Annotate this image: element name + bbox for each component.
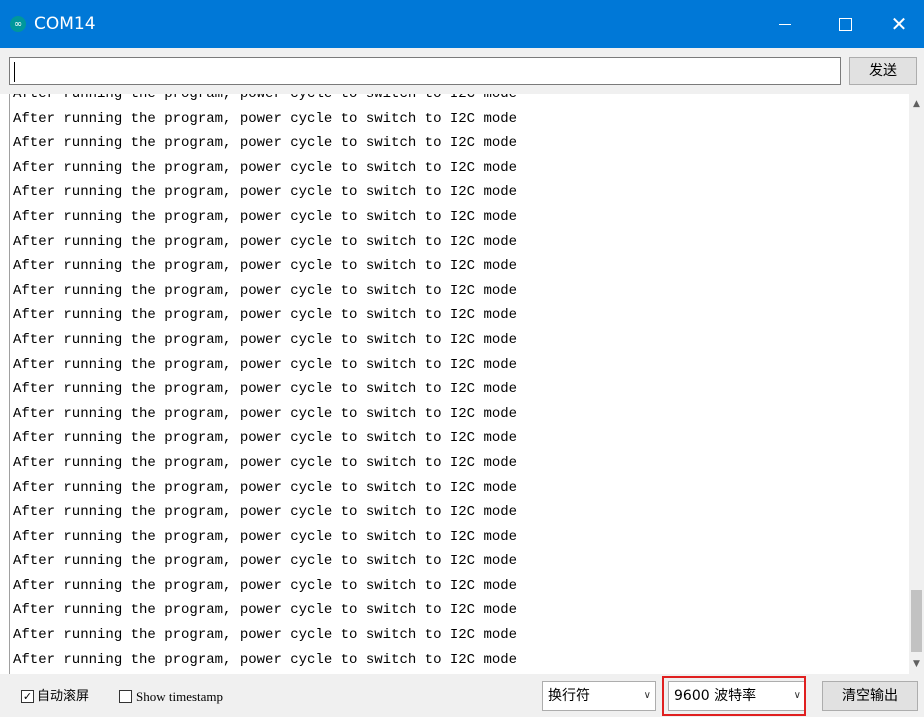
- scrollbar-thumb[interactable]: [911, 590, 922, 652]
- output-line: After running the program, power cycle t…: [13, 356, 518, 373]
- scroll-up-arrow-icon[interactable]: ▲: [909, 96, 924, 112]
- close-icon: ✕: [890, 12, 908, 36]
- vertical-scrollbar[interactable]: ▲ ▼: [909, 94, 924, 674]
- serial-send-input[interactable]: [9, 57, 841, 85]
- baud-rate-highlight-box: [662, 676, 806, 716]
- output-line: After running the program, power cycle t…: [13, 110, 518, 127]
- chevron-down-icon: ∨: [643, 690, 651, 701]
- title-bar: ∞ COM14 ✕: [0, 0, 924, 48]
- output-line: After running the program, power cycle t…: [13, 479, 518, 496]
- output-line: After running the program, power cycle t…: [13, 602, 518, 619]
- line-ending-value: 换行符: [548, 688, 590, 704]
- output-line: After running the program, power cycle t…: [13, 94, 518, 102]
- timestamp-checkbox[interactable]: [119, 690, 132, 703]
- scroll-down-arrow-icon[interactable]: ▼: [909, 656, 924, 672]
- autoscroll-checkbox[interactable]: ✓: [21, 690, 34, 703]
- autoscroll-label[interactable]: 自动滚屏: [37, 687, 89, 706]
- output-line: After running the program, power cycle t…: [13, 627, 518, 644]
- send-button[interactable]: 发送: [849, 57, 917, 85]
- send-row: 发送: [0, 48, 924, 94]
- bottom-bar: ✓ 自动滚屏 Show timestamp 换行符 ∨ 9600 波特率 ∨ 清…: [0, 674, 924, 717]
- output-line: After running the program, power cycle t…: [13, 430, 518, 447]
- output-line: After running the program, power cycle t…: [13, 528, 518, 545]
- output-line: After running the program, power cycle t…: [13, 331, 518, 348]
- arduino-logo-icon: ∞: [10, 16, 26, 32]
- output-line: After running the program, power cycle t…: [13, 184, 518, 201]
- minimize-button[interactable]: [762, 0, 808, 48]
- maximize-button[interactable]: [822, 0, 868, 48]
- timestamp-label[interactable]: Show timestamp: [136, 687, 223, 706]
- clear-output-button[interactable]: 清空输出: [822, 681, 918, 711]
- output-line: After running the program, power cycle t…: [13, 307, 518, 324]
- output-line: After running the program, power cycle t…: [13, 577, 518, 594]
- serial-output-lines: After running the program, power cycle t…: [13, 94, 517, 674]
- line-ending-select[interactable]: 换行符 ∨: [542, 681, 656, 711]
- output-line: After running the program, power cycle t…: [13, 504, 518, 521]
- text-caret: [14, 62, 15, 82]
- output-line: After running the program, power cycle t…: [13, 553, 518, 570]
- output-line: After running the program, power cycle t…: [13, 135, 518, 152]
- window-title: COM14: [34, 14, 96, 34]
- output-line: After running the program, power cycle t…: [13, 381, 518, 398]
- output-line: After running the program, power cycle t…: [13, 159, 518, 176]
- output-line: After running the program, power cycle t…: [13, 282, 518, 299]
- maximize-icon: [838, 17, 852, 31]
- output-line: After running the program, power cycle t…: [13, 233, 518, 250]
- serial-output-area[interactable]: After running the program, power cycle t…: [9, 94, 924, 674]
- output-line: After running the program, power cycle t…: [13, 208, 518, 225]
- close-button[interactable]: ✕: [876, 0, 922, 48]
- output-line: After running the program, power cycle t…: [13, 258, 518, 275]
- minimize-icon: [779, 23, 791, 25]
- output-line: After running the program, power cycle t…: [13, 651, 518, 668]
- output-line: After running the program, power cycle t…: [13, 454, 518, 471]
- output-line: After running the program, power cycle t…: [13, 405, 518, 422]
